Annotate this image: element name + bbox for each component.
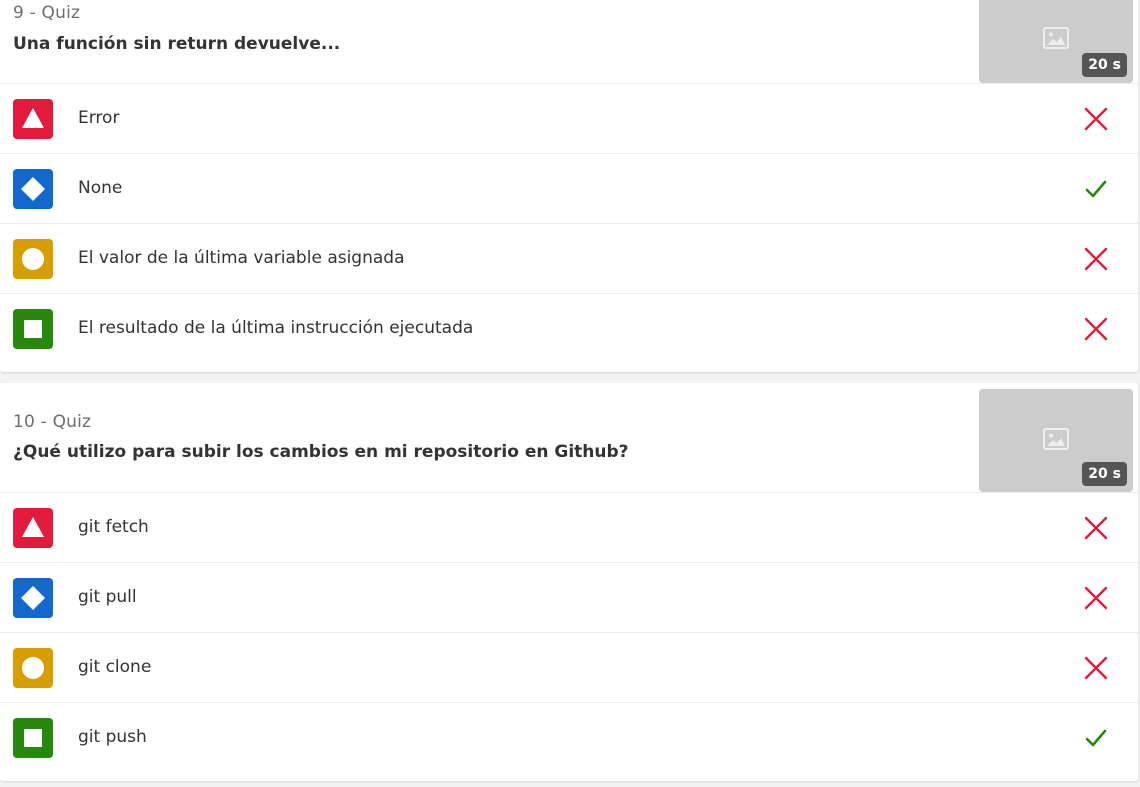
incorrect-cross-icon xyxy=(1082,514,1110,542)
incorrect-cross-icon xyxy=(1082,584,1110,612)
question-image-placeholder: 20 s xyxy=(979,389,1133,492)
answer-row: El valor de la última variable asignada xyxy=(0,224,1138,294)
answer-shape xyxy=(13,309,53,349)
correct-check-icon xyxy=(1082,724,1110,752)
triangle-icon xyxy=(22,517,44,537)
triangle-icon xyxy=(22,108,44,128)
question-text: Una función sin return devuelve... xyxy=(13,34,341,54)
question-number: 10 - Quiz xyxy=(13,412,92,432)
answer-row: git clone xyxy=(0,633,1138,703)
answer-list: Error None El valor de la última variabl… xyxy=(0,84,1138,364)
question-card: 10 - Quiz ¿Qué utilizo para subir los ca… xyxy=(0,383,1138,781)
time-limit-badge: 20 s xyxy=(1082,53,1127,77)
answer-shape xyxy=(13,508,53,548)
image-placeholder-icon xyxy=(1043,427,1069,450)
question-header: 9 - Quiz Una función sin return devuelve… xyxy=(0,0,1138,84)
answer-text: git clone xyxy=(78,657,152,677)
incorrect-cross-icon xyxy=(1082,654,1110,682)
answer-shape xyxy=(13,239,53,279)
answer-text: El resultado de la última instrucción ej… xyxy=(78,318,474,338)
square-icon xyxy=(24,729,42,747)
correct-check-icon xyxy=(1082,175,1110,203)
answer-shape xyxy=(13,169,53,209)
question-header: 10 - Quiz ¿Qué utilizo para subir los ca… xyxy=(0,383,1138,493)
answer-text: git fetch xyxy=(78,517,149,537)
answer-shape xyxy=(13,718,53,758)
answer-list: git fetch git pull git clone git push xyxy=(0,493,1138,773)
image-placeholder-icon xyxy=(1043,26,1069,49)
answer-text: None xyxy=(78,178,123,198)
incorrect-cross-icon xyxy=(1082,315,1110,343)
answer-shape xyxy=(13,578,53,618)
time-limit-badge: 20 s xyxy=(1082,462,1127,486)
answer-text: git pull xyxy=(78,587,137,607)
question-card: 9 - Quiz Una función sin return devuelve… xyxy=(0,0,1138,372)
answer-row: git push xyxy=(0,703,1138,773)
answer-shape xyxy=(13,648,53,688)
answer-row: None xyxy=(0,154,1138,224)
question-text: ¿Qué utilizo para subir los cambios en m… xyxy=(13,442,629,462)
circle-icon xyxy=(22,248,44,270)
answer-row: Error xyxy=(0,84,1138,154)
incorrect-cross-icon xyxy=(1082,245,1110,273)
circle-icon xyxy=(22,657,44,679)
question-number: 9 - Quiz xyxy=(13,3,81,23)
answer-row: El resultado de la última instrucción ej… xyxy=(0,294,1138,364)
answer-text: git push xyxy=(78,727,147,747)
answer-shape xyxy=(13,99,53,139)
quiz-review-page: 9 - Quiz Una función sin return devuelve… xyxy=(0,0,1140,787)
answer-row: git fetch xyxy=(0,493,1138,563)
square-icon xyxy=(24,320,42,338)
answer-row: git pull xyxy=(0,563,1138,633)
incorrect-cross-icon xyxy=(1082,105,1110,133)
answer-text: El valor de la última variable asignada xyxy=(78,248,405,268)
diamond-icon xyxy=(21,177,45,201)
question-image-placeholder: 20 s xyxy=(979,0,1133,83)
diamond-icon xyxy=(21,586,45,610)
answer-text: Error xyxy=(78,108,120,128)
